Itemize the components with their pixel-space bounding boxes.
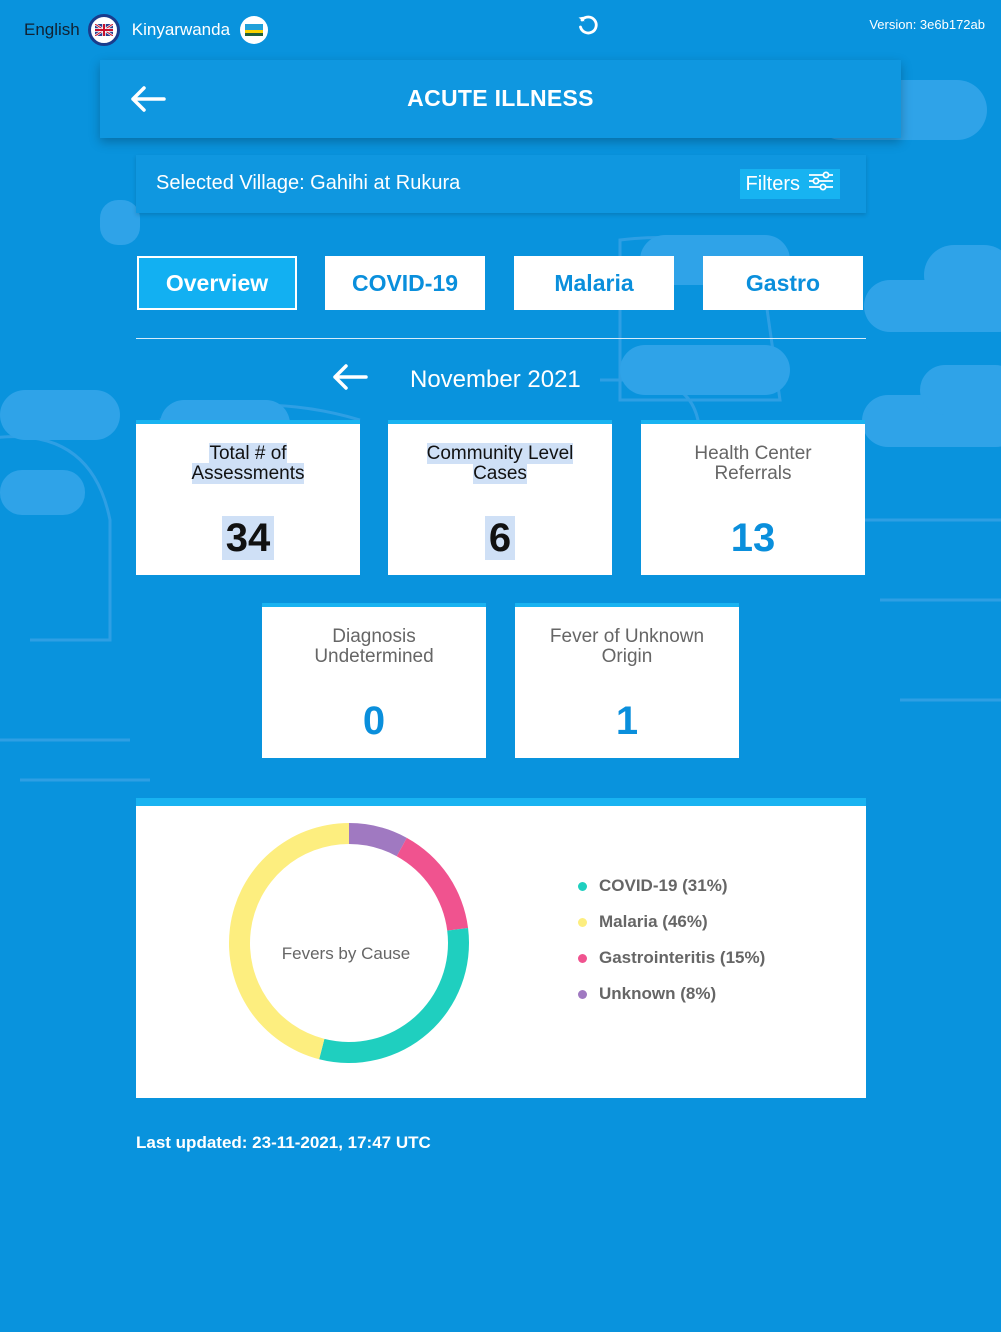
stat-card-health-center-referrals: Health Center Referrals 13: [641, 420, 865, 575]
rwanda-flag-icon[interactable]: [240, 16, 269, 44]
stat-card-community-level-cases: Community Level Cases 6: [388, 420, 612, 575]
lang-kinyarwanda-label[interactable]: Kinyarwanda: [132, 20, 230, 40]
selected-village-bar: Selected Village: Gahihi at Rukura Filte…: [136, 155, 866, 213]
chart-legend: COVID-19 (31%) Malaria (46%) Gastrointer…: [578, 868, 765, 1012]
sliders-icon: [808, 171, 834, 197]
current-month-label: November 2021: [410, 365, 581, 393]
month-navigator: November 2021: [330, 362, 581, 397]
stat-card-label: Total # of Assessments: [191, 443, 305, 484]
stat-card-label: Fever of Unknown Origin: [549, 626, 705, 667]
stat-card-total-assessments: Total # of Assessments 34: [136, 420, 360, 575]
donut-slice-malaria[interactable]: [228, 823, 349, 1060]
stat-card-diagnosis-undetermined: Diagnosis Undetermined 0: [262, 603, 486, 758]
legend-item-gastrointeritis[interactable]: Gastrointeritis (15%): [578, 940, 765, 976]
page-header: ACUTE ILLNESS: [100, 60, 901, 138]
stat-card-value: 0: [362, 699, 386, 743]
refresh-icon[interactable]: [576, 14, 600, 43]
stat-card-label: Health Center Referrals: [694, 443, 812, 484]
legend-item-malaria[interactable]: Malaria (46%): [578, 904, 765, 940]
tab-malaria[interactable]: Malaria: [514, 256, 674, 310]
selected-village-label: Selected Village: Gahihi at Rukura: [156, 172, 461, 194]
language-switcher: English Kinyarwanda: [24, 14, 269, 46]
stat-card-value: 13: [730, 516, 776, 560]
stat-card-label: Community Level Cases: [426, 443, 574, 484]
last-updated-label: Last updated: 23-11-2021, 17:47 UTC: [136, 1133, 431, 1152]
legend-dot: [578, 989, 587, 999]
filters-label: Filters: [745, 172, 800, 195]
tabs-divider: [136, 338, 866, 339]
tab-gastro[interactable]: Gastro: [703, 256, 863, 310]
page-title: ACUTE ILLNESS: [407, 85, 594, 111]
previous-month-arrow-icon[interactable]: [330, 362, 370, 397]
legend-dot: [578, 881, 587, 891]
stat-card-label: Diagnosis Undetermined: [314, 626, 434, 667]
stat-card-value: 6: [388, 516, 612, 561]
stat-card-fever-unknown-origin: Fever of Unknown Origin 1: [515, 603, 739, 758]
legend-item-unknown[interactable]: Unknown (8%): [578, 976, 765, 1012]
uk-flag-icon[interactable]: [87, 14, 120, 46]
stat-card-value: 1: [615, 699, 639, 743]
version-label: Version: 3e6b172ab: [869, 17, 985, 32]
stat-card-value: 34: [136, 516, 360, 561]
filters-button[interactable]: Filters: [739, 169, 840, 199]
legend-dot: [578, 917, 587, 927]
donut-center-label: Fevers by Cause: [281, 944, 411, 963]
lang-english-label[interactable]: English: [24, 20, 80, 40]
donut-slice-unknown[interactable]: [349, 823, 407, 857]
tab-covid-19[interactable]: COVID-19: [325, 256, 485, 310]
tab-overview[interactable]: Overview: [137, 256, 297, 310]
donut-slice-gastrointeritis[interactable]: [396, 837, 469, 931]
fevers-by-cause-card: Fevers by Cause COVID-19 (31%) Malaria (…: [136, 798, 866, 1098]
legend-dot: [578, 953, 587, 963]
legend-item-covid-19[interactable]: COVID-19 (31%): [578, 868, 765, 904]
